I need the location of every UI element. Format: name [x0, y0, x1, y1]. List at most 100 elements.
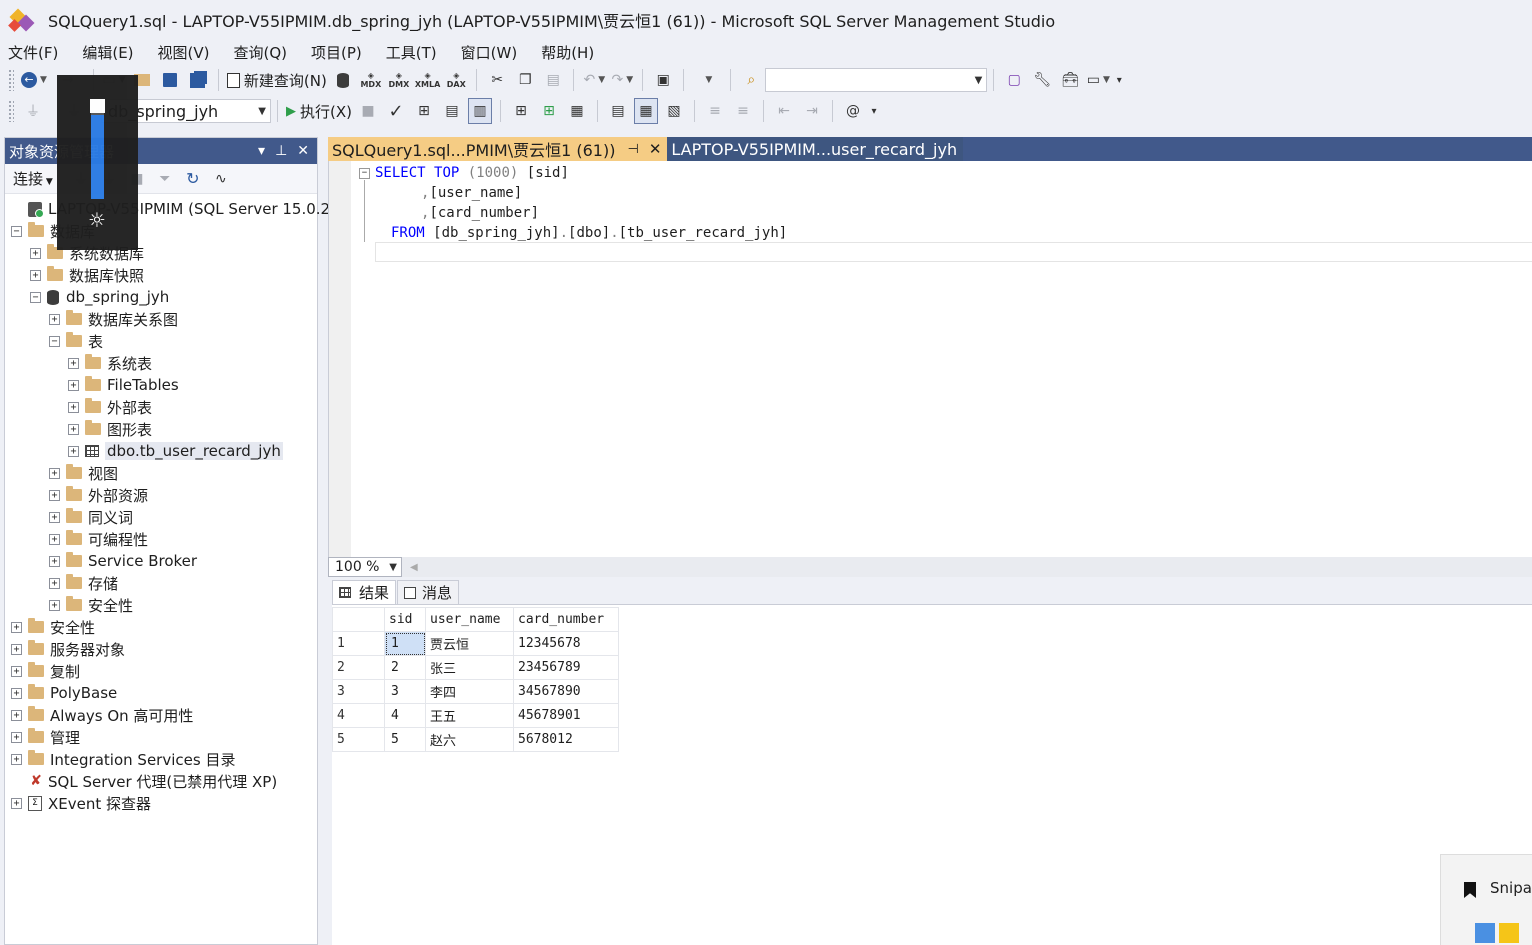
toolbar-grip[interactable] — [8, 100, 14, 122]
results-grid[interactable]: sid user_name card_number 1 1 贾云恒 12345678 2… — [332, 607, 619, 752]
specify-template-values-button[interactable]: @ — [841, 98, 865, 124]
new-query-button[interactable]: 新建查询(N) — [226, 67, 327, 93]
tree-node[interactable]: + 外部资源 — [5, 484, 317, 506]
menu-view[interactable]: 视图(V) — [158, 42, 210, 63]
column-header-user-name[interactable]: user_name — [425, 607, 514, 632]
collapse-toggle-icon[interactable]: − — [11, 225, 22, 237]
tree-node[interactable]: + 图形表 — [5, 418, 317, 440]
execute-button[interactable]: ▶ 执行(X) — [286, 98, 352, 124]
row-number[interactable]: 5 — [332, 727, 385, 752]
refresh-button[interactable]: ↻ — [181, 166, 205, 192]
intellisense-button[interactable]: ▥ — [467, 98, 492, 124]
sql-code[interactable]: − SELECT TOP (1000) [sid] , [user_name] ,… — [359, 163, 787, 243]
tree-node[interactable]: + 管理 — [5, 726, 317, 748]
row-number[interactable]: 1 — [332, 631, 385, 656]
expand-toggle-icon[interactable]: + — [30, 269, 41, 281]
tree-node[interactable]: + Always On 高可用性 — [5, 704, 317, 726]
pin-icon[interactable]: ⊣ — [627, 142, 638, 157]
menu-window[interactable]: 窗口(W) — [461, 42, 518, 63]
expand-toggle-icon[interactable]: + — [68, 357, 79, 369]
uncomment-button[interactable]: ≡ — [731, 98, 755, 124]
comment-button[interactable]: ≡ — [703, 98, 727, 124]
cell-card-number[interactable]: 45678901 — [513, 703, 619, 728]
cell-card-number[interactable]: 5678012 — [513, 727, 619, 752]
dax-query-button[interactable]: ◈ DAX — [444, 67, 468, 93]
column-header-card-number[interactable]: card_number — [513, 607, 619, 632]
row-number[interactable]: 3 — [332, 679, 385, 704]
properties-button[interactable]: 🔧︎ — [1030, 67, 1054, 93]
collapse-toggle[interactable]: − — [359, 168, 370, 179]
cell-sid[interactable]: 5 — [384, 727, 426, 752]
close-icon[interactable]: ✕ — [649, 140, 662, 158]
tree-node[interactable]: + 服务器对象 — [5, 638, 317, 660]
tree-node[interactable]: + 系统数据库 — [5, 242, 317, 264]
results-to-grid-button[interactable]: ▦ — [633, 98, 658, 124]
volume-knob[interactable] — [90, 99, 105, 113]
decrease-indent-button[interactable]: ⇤ — [772, 98, 796, 124]
expand-toggle-icon[interactable]: + — [49, 467, 60, 479]
expand-toggle-icon[interactable]: + — [11, 709, 22, 721]
table-row[interactable]: 5 5 赵六 5678012 — [332, 727, 619, 752]
cell-user-name[interactable]: 张三 — [425, 655, 514, 680]
back-button[interactable]: ← ▼ — [21, 67, 47, 93]
tree-node[interactable]: + 系统表 — [5, 352, 317, 374]
tab-messages[interactable]: 消息 — [397, 580, 460, 604]
menu-help[interactable]: 帮助(H) — [541, 42, 594, 63]
paste-button[interactable]: ▤ — [541, 67, 565, 93]
cell-user-name[interactable]: 贾云恒 — [425, 631, 514, 656]
expand-toggle-icon[interactable]: + — [49, 533, 60, 545]
tree-node[interactable]: + 复制 — [5, 660, 317, 682]
zoom-combo[interactable]: 100 % ▼ — [328, 557, 402, 577]
row-number[interactable]: 4 — [332, 703, 385, 728]
toolbar-options-button[interactable]: ▾ — [869, 98, 879, 124]
save-all-button[interactable] — [186, 67, 210, 93]
expand-toggle-icon[interactable]: + — [11, 753, 22, 765]
cell-card-number[interactable]: 23456789 — [513, 655, 619, 680]
tree-node[interactable]: − db_spring_jyh — [5, 286, 317, 308]
connect-button[interactable]: ⏚ — [21, 98, 45, 124]
tree-node[interactable]: + 安全性 — [5, 616, 317, 638]
expand-toggle-icon[interactable]: + — [68, 423, 79, 435]
solution-config-dropdown[interactable]: ▼ — [692, 67, 722, 93]
mdx-query-button[interactable]: ◈ MDX — [359, 67, 383, 93]
cell-card-number[interactable]: 12345678 — [513, 631, 619, 656]
tree-node[interactable]: LAPTOP-V55IPMIM (SQL Server 15.0.20 — [5, 198, 340, 220]
live-query-stats-button[interactable]: ⊞ — [537, 98, 561, 124]
row-number-header[interactable] — [332, 607, 385, 632]
tree-node[interactable]: + Integration Services 目录 — [5, 748, 317, 770]
cut-button[interactable]: ✂ — [485, 67, 509, 93]
dmx-query-button[interactable]: ◈ DMX — [387, 67, 411, 93]
cell-user-name[interactable]: 赵六 — [425, 727, 514, 752]
save-button[interactable] — [158, 67, 182, 93]
tab-results[interactable]: 结果 — [332, 580, 397, 604]
tree-node[interactable]: + FileTables — [5, 374, 317, 396]
expand-toggle-icon[interactable]: + — [49, 511, 60, 523]
expand-toggle-icon[interactable]: + — [49, 577, 60, 589]
tree-node[interactable]: −数据库 — [5, 220, 317, 242]
expand-toggle-icon[interactable]: + — [11, 621, 22, 633]
collapse-toggle-icon[interactable]: − — [49, 335, 60, 347]
expand-toggle-icon[interactable]: + — [11, 665, 22, 677]
activity-monitor-button[interactable]: ∿ — [209, 166, 233, 192]
cell-user-name[interactable]: 李四 — [425, 679, 514, 704]
toolbar-grip[interactable] — [8, 69, 14, 91]
column-header-sid[interactable]: sid — [384, 607, 426, 632]
tree-node[interactable]: + PolyBase — [5, 682, 317, 704]
toolbox-button[interactable]: 🧰︎ — [1058, 67, 1082, 93]
menu-tools[interactable]: 工具(T) — [386, 42, 437, 63]
snipaste-notification[interactable]: Snipas — [1440, 854, 1532, 945]
sql-editor[interactable]: − SELECT TOP (1000) [sid] , [user_name] ,… — [328, 161, 1532, 557]
cell-sid[interactable]: 4 — [384, 703, 426, 728]
menu-query[interactable]: 查询(Q) — [234, 42, 288, 63]
expand-toggle-icon[interactable]: + — [49, 313, 60, 325]
results-to-text-button[interactable]: ▤ — [606, 98, 630, 124]
undo-button[interactable]: ↶ ▼ — [582, 67, 606, 93]
tree-node[interactable]: + 安全性 — [5, 594, 317, 616]
expand-toggle-icon[interactable]: + — [11, 797, 22, 809]
tree-node[interactable]: + 数据库快照 — [5, 264, 317, 286]
scroll-left-icon[interactable]: ◀ — [410, 562, 418, 573]
tree-node[interactable]: ✘ SQL Server 代理(已禁用代理 XP) — [5, 770, 317, 792]
table-row[interactable]: 3 3 李四 34567890 — [332, 679, 619, 704]
cell-card-number[interactable]: 34567890 — [513, 679, 619, 704]
table-row[interactable]: 2 2 张三 23456789 — [332, 655, 619, 680]
